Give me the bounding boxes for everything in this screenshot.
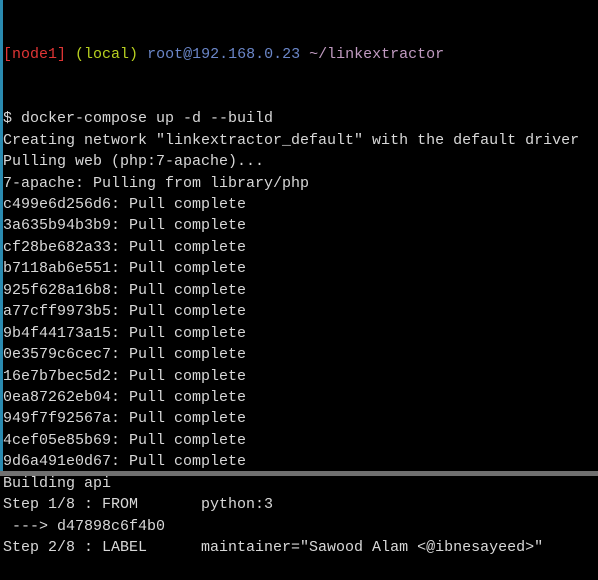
prompt-env: (local) [75,45,139,63]
output-line: b7118ab6e551: Pull complete [3,260,247,278]
output-line: c499e6d256d6: Pull complete [3,196,247,213]
terminal-output[interactable]: [node1] (local) root@192.168.0.23 ~/link… [3,1,598,580]
prompt-host: root@192.168.0.23 [147,45,301,63]
output-line: 949f7f92567a: Pull complete [3,410,247,428]
output-line: 7-apache: Pulling from library/php [3,174,310,192]
output-line: Pulling web (php:7-apache)... [3,153,265,171]
output-line: 9d6a491e0d67: Pull complete [3,453,247,471]
output-line: Step 2/8 : LABEL maintainer="Sawood Alam… [3,539,544,556]
output-line: a77cff9973b5: Pull complete [3,303,247,321]
output-line: 9b4f44173a15: Pull complete [3,324,247,342]
output-line: 16e7b7bec5d2: Pull complete [3,367,247,385]
output-line: 925f628a16b8: Pull complete [3,281,247,299]
prompt-line: [node1] (local) root@192.168.0.23 ~/link… [3,44,598,65]
output-line: 4cef05e85b69: Pull complete [3,431,247,449]
output-line: 0e3579c6cec7: Pull complete [3,346,247,364]
output-line: 0ea87262eb04: Pull complete [3,388,247,406]
command-line: $ docker-compose up -d --build [3,110,274,128]
output-line: Step 1/8 : FROM python:3 [3,496,274,514]
terminal-bottom-scrollbar[interactable] [0,471,598,476]
prompt-path: ~/linkextractor [309,45,445,63]
output-line: Creating network "linkextractor_default"… [3,131,580,149]
output-line: cf28be682a33: Pull complete [3,238,247,256]
prompt-node: [node1] [3,45,67,63]
output-line: 3a635b94b3b9: Pull complete [3,217,247,235]
output-line: ---> d47898c6f4b0 [3,517,166,535]
